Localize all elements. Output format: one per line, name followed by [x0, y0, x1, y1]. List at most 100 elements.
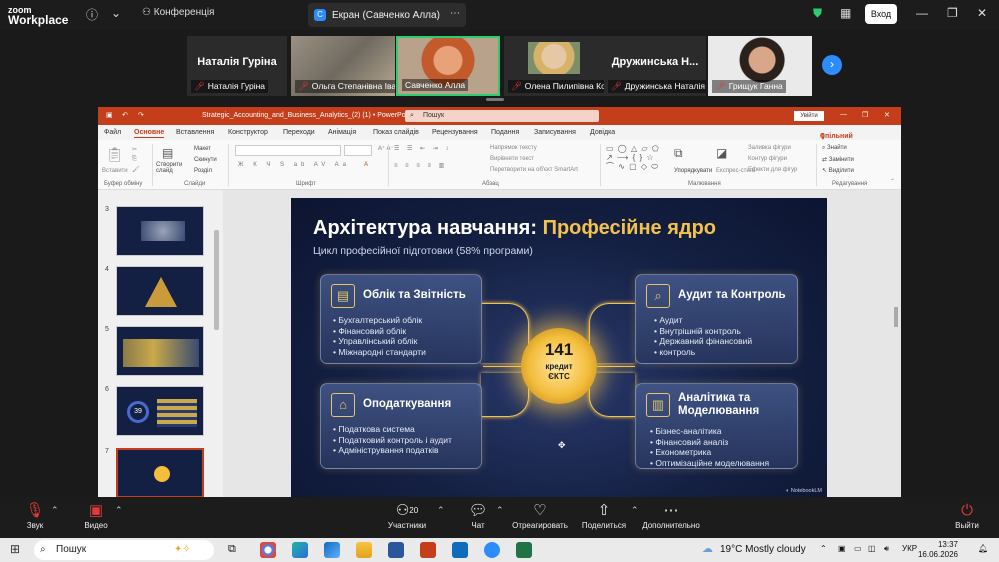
powerpoint-icon[interactable]	[420, 542, 436, 558]
screen-share-tab[interactable]: C Екран (Савченко Алла) ⋯	[308, 3, 466, 27]
leave-button[interactable]: ⏻ Выйти	[952, 501, 982, 530]
camera-icon[interactable]: ▣	[838, 544, 846, 553]
reset-button[interactable]: Скинути	[194, 157, 217, 163]
paste-icon[interactable]: 📋︎	[106, 146, 124, 163]
shape-fill-button[interactable]: Заливка фігури	[748, 145, 791, 151]
ppt-search-box[interactable]: ⌕ Пошук	[405, 110, 599, 122]
word-icon[interactable]	[388, 542, 404, 558]
font-name-field[interactable]	[235, 145, 341, 156]
network-icon[interactable]: ◫	[868, 544, 876, 553]
close-icon[interactable]: ✕	[884, 111, 890, 119]
tab-slideshow[interactable]: Показ слайдів	[373, 129, 419, 136]
weather-text[interactable]: 19°C Mostly cloudy	[720, 544, 806, 555]
shapes-gallery[interactable]: ▭ ◯ △ ▱ ⬠ ↗ ⟶ { } ☆ ⌒ ∿ ▢ ◇ ⬭	[606, 144, 666, 171]
tab-insert[interactable]: Вставлення	[176, 129, 214, 136]
apps-icon[interactable]: ▦	[840, 6, 851, 20]
tab-recording[interactable]: Записування	[534, 129, 576, 136]
card-accounting[interactable]: ▤ Облік та Звітність Бухгалтерський облі…	[320, 274, 482, 364]
participants-button[interactable]: ⚇20 Участники	[385, 501, 429, 530]
tab-transitions[interactable]: Переходи	[283, 129, 315, 136]
align-text-button[interactable]: Вирівняти текст	[490, 156, 534, 162]
audio-button[interactable]: 🎙︎ Звук	[22, 501, 48, 530]
next-participants-button[interactable]: ›	[822, 55, 842, 75]
task-view-icon[interactable]: ⧉	[228, 543, 236, 556]
arrange-icon[interactable]: ⧉	[674, 146, 683, 161]
arrange-button[interactable]: Упорядкувати	[674, 168, 712, 174]
zoom-icon[interactable]	[484, 542, 500, 558]
battery-icon[interactable]: ▭	[854, 544, 862, 553]
slide-thumbnail[interactable]	[116, 266, 204, 316]
format-painter-icon[interactable]: 🖌︎	[132, 166, 140, 173]
volume-icon[interactable]: 🔊︎	[884, 544, 889, 554]
strip-resize-handle[interactable]	[486, 98, 504, 101]
collapse-ribbon-icon[interactable]: ⌃	[890, 178, 895, 185]
windows-start-icon[interactable]: ⊞	[10, 542, 20, 556]
clock[interactable]: 13:37 16.06.2026	[912, 540, 958, 560]
close-icon[interactable]: ✕	[977, 6, 987, 20]
outlook-icon[interactable]	[452, 542, 468, 558]
align-icons[interactable]: ≡ ≡ ≡ ≡ ▥	[394, 162, 447, 169]
card-audit[interactable]: ⌕ Аудит та Контроль Аудит Внутрішній кон…	[635, 274, 798, 364]
smartart-button[interactable]: Перетворити на об'єкт SmartArt	[490, 167, 578, 173]
list-icons[interactable]: ☰ ☰ ⇤ ⇥ ↕	[394, 145, 451, 152]
chevron-up-icon[interactable]: ⌃	[115, 505, 123, 516]
participant-tile-active[interactable]: Савченко Алла	[396, 36, 500, 96]
notifications-icon[interactable]: 🔔︎	[978, 544, 988, 553]
shape-effects-button[interactable]: Ефекти для фігур	[748, 167, 797, 173]
slide-canvas[interactable]: Архітектура навчання: Професійне ядро Ци…	[291, 198, 827, 497]
edge-icon[interactable]	[292, 542, 308, 558]
save-icon[interactable]: ▣	[106, 111, 113, 119]
text-direction-button[interactable]: Напрямок тексту	[490, 145, 537, 151]
more-button[interactable]: ⋯ Дополнительно	[640, 501, 702, 530]
font-style-icons[interactable]: Ж К Ч S ab AV Aa	[238, 162, 350, 168]
chrome-icon[interactable]	[260, 542, 276, 558]
redo-icon[interactable]: ↷	[138, 111, 144, 119]
tab-file[interactable]: Файл	[104, 129, 121, 136]
file-explorer-icon[interactable]	[356, 542, 372, 558]
video-button[interactable]: ▣ Видео	[82, 501, 110, 530]
tab-animation[interactable]: Анімація	[328, 129, 356, 136]
excel-icon[interactable]	[516, 542, 532, 558]
participant-tile[interactable]: Наталія Гуріна 🎤︎ Наталія Гуріна	[187, 36, 287, 96]
store-icon[interactable]	[324, 542, 340, 558]
editor-scrollbar[interactable]	[894, 307, 898, 327]
minimize-icon[interactable]: —	[916, 6, 928, 20]
font-color-icon[interactable]: A	[364, 162, 368, 168]
copy-icon[interactable]: ⎘	[132, 156, 137, 163]
slide-thumbnail-selected[interactable]	[116, 448, 204, 497]
share-screen-button[interactable]: ⇧ Поделиться	[580, 501, 628, 530]
paste-button[interactable]: Вставити	[102, 168, 128, 174]
undo-icon[interactable]: ↶	[122, 111, 128, 119]
react-button[interactable]: ♡ Отреагировать	[510, 501, 570, 530]
ppt-login-button[interactable]: Увійти	[794, 111, 824, 121]
card-analytics[interactable]: ▥ Аналітика та Моделювання Бізнес-аналіт…	[635, 383, 798, 469]
chevron-up-icon[interactable]: ⌃	[631, 505, 639, 516]
login-button[interactable]: Вход	[865, 4, 897, 24]
tab-view[interactable]: Подання	[491, 129, 519, 136]
participant-tile[interactable]: Дружинська Н... 🎤︎ Дружинська Наталія	[604, 36, 706, 96]
font-grow-icon[interactable]: A⁺ A⁻	[378, 145, 394, 152]
tab-review[interactable]: Рецензування	[432, 129, 478, 136]
conference-button[interactable]: ⚇ Конференція	[142, 7, 214, 18]
tray-chevron-icon[interactable]: ⌃	[820, 544, 827, 553]
slide-thumbnail[interactable]: 39	[116, 386, 204, 436]
tab-design[interactable]: Конструктор	[228, 129, 268, 136]
tab-help[interactable]: Довідка	[590, 129, 615, 136]
participant-tile[interactable]: 🎤︎Олена Пилипівна Колі…	[504, 36, 604, 96]
taskbar-search[interactable]: ⌕ Пошук ✦✧	[34, 540, 214, 560]
chevron-down-icon[interactable]: ⌄	[111, 6, 121, 20]
shape-outline-button[interactable]: Контур фігури	[748, 156, 787, 162]
cut-icon[interactable]: ✂	[132, 146, 137, 153]
card-taxation[interactable]: ⌂ Оподаткування Податкова система Податк…	[320, 383, 482, 469]
chevron-up-icon[interactable]: ⌃	[51, 505, 59, 516]
font-size-field[interactable]	[344, 145, 372, 156]
chat-button[interactable]: 💬︎ Чат	[468, 501, 488, 530]
restore-icon[interactable]: ❐	[947, 6, 958, 20]
shield-icon[interactable]: ⛊	[813, 6, 822, 21]
layout-button[interactable]: Макет	[194, 146, 211, 152]
new-slide-icon[interactable]: ▤	[162, 146, 173, 160]
slide-thumbnail[interactable]	[116, 206, 204, 256]
participant-tile[interactable]: 🎤︎ Грищук Ганна	[708, 36, 812, 96]
restore-icon[interactable]: ❐	[862, 111, 868, 119]
new-slide-button[interactable]: Створити слайд	[156, 162, 190, 174]
